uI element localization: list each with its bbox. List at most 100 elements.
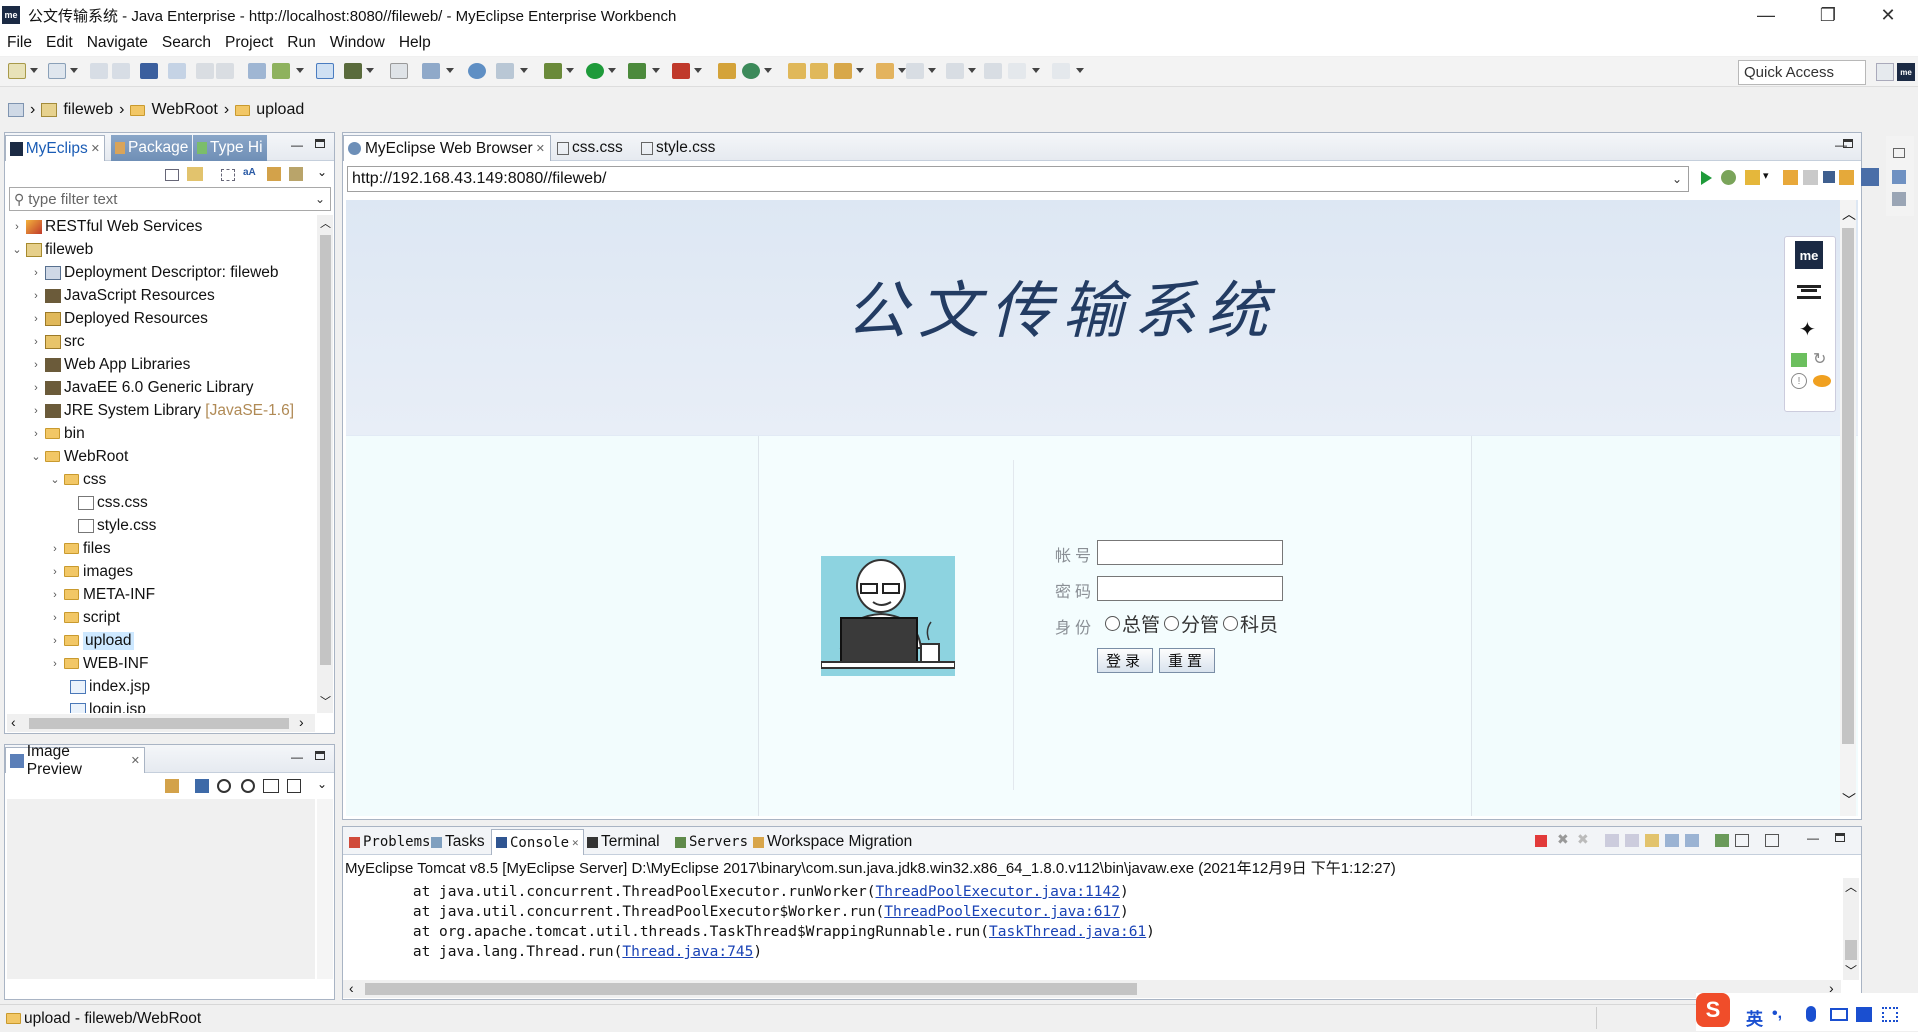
- collapse-all-icon[interactable]: [165, 169, 179, 181]
- tree-item-web-app-libraries[interactable]: › Web App Libraries: [5, 353, 190, 376]
- scroll-left-icon[interactable]: ‹: [349, 980, 354, 996]
- open-file-icon[interactable]: [810, 63, 828, 79]
- ime-language-toggle[interactable]: 英: [1746, 1005, 1763, 1030]
- breadcrumb-webroot[interactable]: WebRoot: [151, 101, 217, 119]
- info-icon[interactable]: !: [1791, 373, 1807, 389]
- task-list-icon[interactable]: [1892, 192, 1906, 206]
- tree-item-deployed-resources[interactable]: › Deployed Resources: [5, 307, 208, 330]
- browser-settings-icon[interactable]: [1861, 168, 1879, 186]
- chevron-down-icon[interactable]: ⌄: [315, 192, 325, 206]
- refresh-icon[interactable]: [1839, 170, 1854, 185]
- zoom-out-icon[interactable]: [217, 779, 231, 793]
- view-menu-icon[interactable]: ⌄: [317, 777, 327, 791]
- chevron-down-icon[interactable]: ▾: [1763, 169, 1769, 182]
- tab-myeclipse-explorer[interactable]: MyEclips ✕: [5, 135, 105, 161]
- back-icon[interactable]: [1008, 63, 1026, 79]
- scroll-up-icon[interactable]: ︿: [1842, 204, 1856, 224]
- new-icon[interactable]: [8, 63, 26, 79]
- menu-icon[interactable]: [1797, 285, 1821, 299]
- fit-window-icon[interactable]: [287, 779, 301, 793]
- wand-icon[interactable]: [834, 63, 852, 79]
- outline-icon[interactable]: [1892, 170, 1906, 184]
- save-all-icon[interactable]: [112, 63, 130, 79]
- stacktrace-link[interactable]: ThreadPoolExecutor.java:617: [884, 904, 1120, 920]
- console-horizontal-scrollbar[interactable]: ‹ ›: [343, 980, 1841, 998]
- console-vertical-scrollbar[interactable]: ︿ ﹀: [1843, 878, 1859, 980]
- menu-edit[interactable]: Edit: [39, 34, 80, 52]
- tree-item-javaee-library[interactable]: › JavaEE 6.0 Generic Library: [5, 376, 253, 399]
- microphone-icon[interactable]: [1806, 1006, 1816, 1022]
- restore-icon[interactable]: [1893, 148, 1905, 158]
- annotation-icon[interactable]: [906, 63, 924, 79]
- settings-icon[interactable]: [289, 167, 303, 181]
- tab-style-css[interactable]: style.css: [637, 135, 719, 161]
- myeclipse-logo-icon[interactable]: me: [1795, 241, 1823, 269]
- external-tools-icon[interactable]: [672, 63, 690, 79]
- tab-image-preview[interactable]: Image Preview ✕: [5, 743, 145, 778]
- skin-icon[interactable]: [1856, 1007, 1872, 1022]
- folder-icon[interactable]: [876, 63, 894, 79]
- role-radio-fenguan[interactable]: [1164, 616, 1180, 631]
- maximize-icon[interactable]: [1835, 833, 1845, 842]
- open-type-icon[interactable]: [496, 63, 514, 79]
- refresh-icon[interactable]: ↻: [1813, 349, 1826, 369]
- remove-launch-icon[interactable]: ✖: [1557, 831, 1569, 848]
- tab-servers[interactable]: Servers: [671, 829, 752, 855]
- forward-icon[interactable]: [1803, 170, 1818, 185]
- scroll-lock-icon[interactable]: [1625, 834, 1639, 847]
- cast-icon[interactable]: [1791, 353, 1807, 367]
- tree-item-deployment-descriptor[interactable]: › Deployment Descriptor: fileweb: [5, 261, 278, 284]
- maximize-icon[interactable]: [315, 139, 325, 148]
- tree-item-images[interactable]: › images: [5, 560, 133, 583]
- minimize-button[interactable]: —: [1740, 0, 1792, 30]
- save-icon[interactable]: [90, 63, 108, 79]
- close-icon[interactable]: ✕: [536, 142, 545, 155]
- workspace-icon[interactable]: [8, 103, 24, 117]
- stop-icon[interactable]: [1823, 171, 1835, 183]
- run-icon[interactable]: [586, 63, 604, 79]
- show-stderr-icon[interactable]: [1685, 834, 1699, 847]
- breadcrumb-upload[interactable]: upload: [256, 101, 304, 119]
- password-input[interactable]: [1097, 576, 1283, 601]
- breadcrumb-fileweb[interactable]: fileweb: [63, 101, 113, 119]
- view-menu-icon[interactable]: ⌄: [317, 165, 327, 179]
- tree-vertical-scrollbar[interactable]: ︿ ﹀: [317, 215, 333, 713]
- server-icon[interactable]: [272, 63, 290, 79]
- new-class-icon[interactable]: [742, 63, 760, 79]
- tree-item-src[interactable]: › src: [5, 330, 85, 353]
- undo-icon[interactable]: [196, 63, 214, 79]
- package-icon[interactable]: [718, 63, 736, 79]
- skip-breakpoints-icon[interactable]: [168, 63, 186, 79]
- tab-type-hierarchy[interactable]: Type Hi: [193, 135, 267, 161]
- scroll-down-icon[interactable]: ﹀: [1842, 790, 1856, 810]
- zoom-in-icon[interactable]: [241, 779, 255, 793]
- page-vertical-scrollbar[interactable]: ︿ ﹀: [1840, 200, 1856, 816]
- wand-icon[interactable]: [267, 167, 281, 181]
- reset-button[interactable]: 重置: [1159, 648, 1215, 673]
- tab-workspace-migration[interactable]: Workspace Migration: [749, 829, 916, 855]
- toggle-icon[interactable]: [316, 63, 334, 79]
- scroll-right-icon[interactable]: ›: [299, 714, 304, 730]
- redo-icon[interactable]: [216, 63, 234, 79]
- tree-item-script[interactable]: › script: [5, 606, 120, 629]
- menu-help[interactable]: Help: [392, 34, 438, 52]
- java-enterprise-perspective-icon[interactable]: me: [1897, 63, 1915, 81]
- tree-item-javascript-resources[interactable]: › JavaScript Resources: [5, 284, 215, 307]
- fit-icon[interactable]: [195, 779, 209, 793]
- tree-horizontal-scrollbar[interactable]: ‹ ›: [7, 714, 315, 732]
- tree-item-upload[interactable]: › upload: [5, 629, 134, 652]
- grid-icon[interactable]: [344, 63, 362, 79]
- bookmark-icon[interactable]: [1745, 170, 1760, 185]
- account-input[interactable]: [1097, 540, 1283, 565]
- restore-button[interactable]: ❐: [1802, 0, 1854, 30]
- back-icon[interactable]: [1783, 170, 1798, 185]
- menu-navigate[interactable]: Navigate: [80, 34, 155, 52]
- tab-problems[interactable]: Problems: [345, 829, 434, 855]
- stacktrace-link[interactable]: ThreadPoolExecutor.java:1142: [876, 884, 1120, 900]
- ime-punctuation-toggle[interactable]: •,: [1772, 1005, 1782, 1023]
- menu-search[interactable]: Search: [155, 34, 218, 52]
- remove-all-icon[interactable]: ✖: [1577, 831, 1589, 848]
- chevron-down-icon[interactable]: ⌄: [1672, 172, 1682, 186]
- scroll-down-icon[interactable]: ﹀: [1845, 962, 1857, 979]
- tree-item-style-css[interactable]: style.css: [5, 514, 156, 537]
